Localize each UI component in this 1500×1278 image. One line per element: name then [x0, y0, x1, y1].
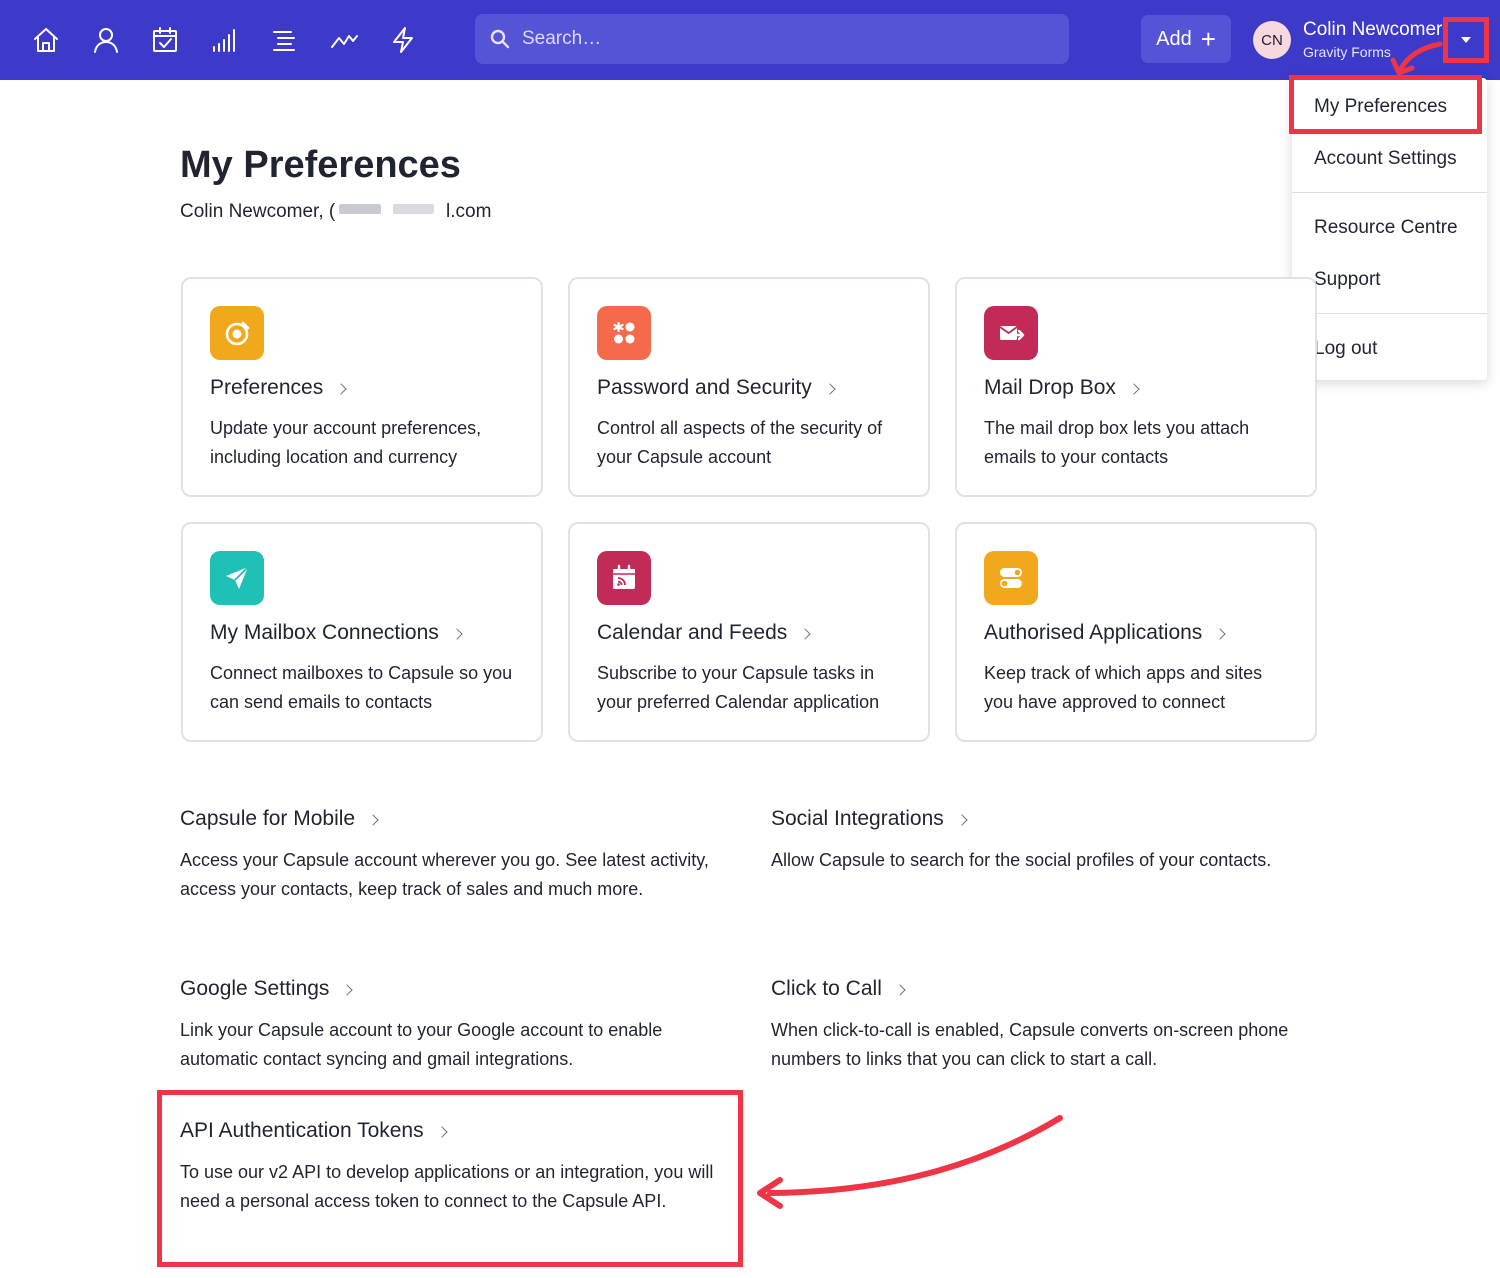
person-icon[interactable]	[90, 22, 122, 58]
page-subtitle-name: Colin Newcomer, (	[180, 201, 336, 222]
menu-divider	[1292, 192, 1487, 193]
chevron-right-icon	[1214, 627, 1226, 640]
lightning-icon[interactable]	[387, 22, 419, 58]
user-name[interactable]: Colin Newcomer	[1303, 19, 1445, 41]
highlight-box-my-preferences	[1289, 75, 1482, 134]
card-description: Keep track of which apps and sites you h…	[984, 663, 1263, 712]
card-description: Connect mailboxes to Capsule so you can …	[210, 663, 513, 712]
redacted-email-part	[393, 204, 434, 214]
menu-item-support[interactable]: Support	[1314, 269, 1381, 291]
chevron-right-icon	[1128, 382, 1140, 395]
redacted-email-part	[339, 204, 381, 214]
arrow-to-api-tokens	[767, 1115, 1063, 1196]
chevron-right-icon	[894, 983, 906, 996]
section-google-settings: Google Settings Link your Capsule accoun…	[180, 976, 725, 1073]
section-capsule-for-mobile: Capsule for Mobile Access your Capsule a…	[180, 806, 725, 903]
security-dots-icon	[597, 306, 651, 360]
section-link[interactable]: Click to Call	[771, 976, 1316, 1002]
card-description: The mail drop box lets you attach emails…	[984, 418, 1250, 467]
section-link[interactable]: Google Settings	[180, 976, 725, 1002]
add-button[interactable]: Add +	[1141, 15, 1231, 63]
card-calendar-and-feeds[interactable]: Calendar and Feeds Subscribe to your Cap…	[568, 522, 930, 742]
menu-item-account-settings[interactable]: Account Settings	[1314, 148, 1457, 170]
top-navigation-bar: Add + CN Colin Newcomer Gravity Forms	[0, 0, 1500, 80]
section-link[interactable]: Social Integrations	[771, 806, 1316, 832]
signal-bars-icon[interactable]	[209, 22, 241, 58]
card-preferences[interactable]: Preferences Update your account preferen…	[181, 277, 543, 497]
chevron-right-icon	[956, 813, 968, 826]
card-title: Authorised Applications	[984, 621, 1226, 645]
card-title: Password and Security	[597, 376, 836, 400]
card-title: Mail Drop Box	[984, 376, 1140, 400]
section-description: When click-to-call is enabled, Capsule c…	[771, 1020, 1289, 1069]
card-my-mailbox-connections[interactable]: My Mailbox Connections Connect mailboxes…	[181, 522, 543, 742]
chevron-right-icon	[824, 382, 836, 395]
card-title: My Mailbox Connections	[210, 621, 463, 645]
arrow-to-api-tokens-head	[757, 1177, 783, 1209]
chevron-right-icon	[451, 627, 463, 640]
menu-item-log-out[interactable]: Log out	[1314, 338, 1377, 360]
avatar[interactable]: CN	[1253, 21, 1291, 59]
chevron-right-icon	[799, 627, 811, 640]
page-subtitle-email: l.com	[446, 201, 492, 222]
plus-icon: +	[1200, 24, 1216, 54]
calendar-check-icon[interactable]	[149, 22, 181, 58]
section-click-to-call: Click to Call When click-to-call is enab…	[771, 976, 1316, 1073]
section-description: Allow Capsule to search for the social p…	[771, 850, 1272, 870]
chevron-right-icon	[341, 983, 354, 996]
search-icon	[490, 29, 510, 49]
card-title: Calendar and Feeds	[597, 621, 811, 645]
calendar-feed-icon	[597, 551, 651, 605]
card-title: Preferences	[210, 376, 347, 400]
card-description: Control all aspects of the security of y…	[597, 418, 883, 467]
chevron-right-icon	[367, 813, 379, 826]
trend-line-icon[interactable]	[328, 22, 360, 58]
card-description: Update your account preferences, includi…	[210, 418, 482, 467]
section-social-integrations: Social Integrations Allow Capsule to sea…	[771, 806, 1316, 875]
add-button-label: Add	[1156, 27, 1192, 50]
highlight-box-api-tokens	[157, 1090, 743, 1267]
section-link[interactable]: Capsule for Mobile	[180, 806, 725, 832]
card-password-and-security[interactable]: Password and Security Control all aspect…	[568, 277, 930, 497]
paper-plane-icon	[210, 551, 264, 605]
highlight-box-menu-toggle	[1443, 17, 1489, 63]
section-description: Link your Capsule account to your Google…	[180, 1020, 663, 1069]
page-title: My Preferences	[180, 144, 461, 186]
preferences-icon	[210, 306, 264, 360]
card-authorised-applications[interactable]: Authorised Applications Keep track of wh…	[955, 522, 1317, 742]
menu-item-resource-centre[interactable]: Resource Centre	[1314, 217, 1458, 239]
menu-divider	[1292, 313, 1487, 314]
section-description: Access your Capsule account wherever you…	[180, 850, 709, 899]
chevron-right-icon	[335, 382, 347, 395]
search-input[interactable]	[522, 28, 1042, 50]
toggles-icon	[984, 551, 1038, 605]
list-icon[interactable]	[268, 22, 300, 58]
home-icon[interactable]	[30, 22, 62, 58]
mail-drop-icon	[984, 306, 1038, 360]
search-bar[interactable]	[475, 14, 1069, 64]
card-mail-drop-box[interactable]: Mail Drop Box The mail drop box lets you…	[955, 277, 1317, 497]
user-organization: Gravity Forms	[1303, 44, 1391, 60]
card-description: Subscribe to your Capsule tasks in your …	[597, 663, 880, 712]
